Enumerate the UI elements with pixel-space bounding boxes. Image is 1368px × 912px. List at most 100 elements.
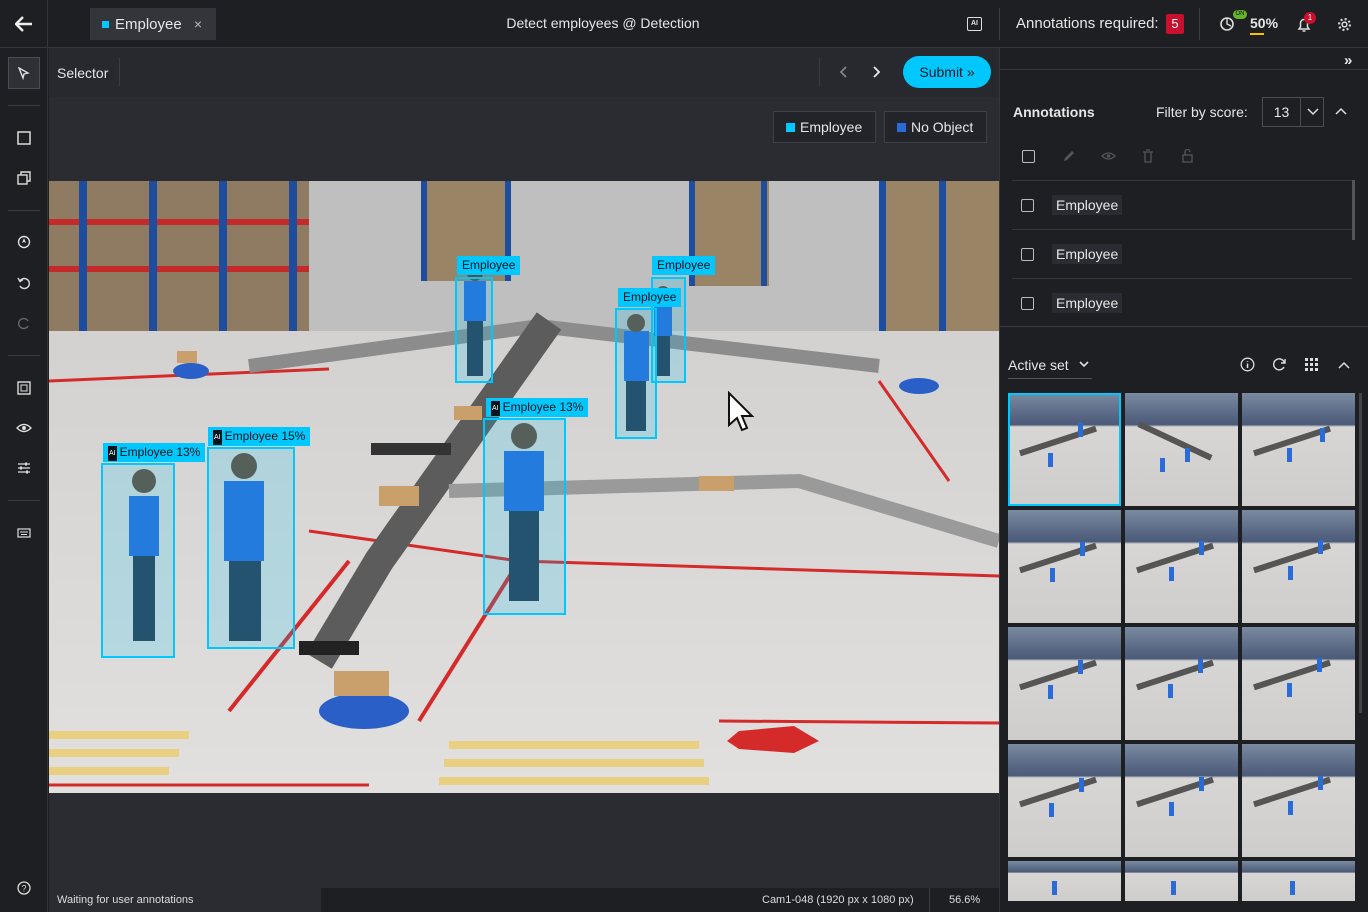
keyboard-shortcuts-button[interactable] [8, 517, 40, 549]
thumbnail[interactable] [1008, 393, 1121, 506]
annotation-box[interactable] [455, 277, 493, 383]
divider [1000, 69, 1368, 70]
thumbnail-scrollbar[interactable] [1359, 393, 1362, 713]
collapse-active-set-button[interactable] [1338, 361, 1350, 369]
divider [999, 8, 1000, 40]
annotation-label[interactable]: AI Employee 15% [208, 427, 311, 446]
thumbnail-grid [1008, 393, 1358, 901]
label-tab-employee[interactable]: Employee × [90, 8, 216, 40]
media-image[interactable]: Employee Employee Employee AI Employee 13… [49, 181, 999, 793]
tool-options-bar: Selector Submit » [49, 48, 999, 97]
thumbnail[interactable] [1008, 510, 1121, 623]
refresh-icon[interactable] [1272, 357, 1287, 372]
divider [1199, 8, 1200, 40]
status-message: Waiting for user annotations [57, 894, 194, 906]
annotation-box[interactable] [207, 447, 295, 649]
annotation-label[interactable]: Employee [618, 288, 682, 307]
dropdown-underline [1008, 378, 1092, 379]
annotation-label[interactable]: Employee [457, 256, 521, 275]
eye-icon [16, 423, 32, 433]
grid-view-icon[interactable] [1305, 358, 1318, 371]
label-name: Employee [800, 119, 863, 135]
previous-media-button[interactable] [839, 66, 847, 78]
rectangle-icon [17, 131, 31, 145]
annotation-label-text: Employee 15% [224, 429, 306, 443]
label-button-no-object[interactable]: No Object [884, 111, 987, 143]
active-set-dropdown[interactable]: Active set [1008, 357, 1089, 373]
undo-button[interactable] [8, 267, 40, 299]
fit-to-screen-button[interactable] [8, 372, 40, 404]
annotation-list-item[interactable]: Employee [1012, 229, 1352, 278]
ai-icon[interactable]: AI [967, 17, 982, 31]
thumbnail[interactable] [1125, 744, 1238, 857]
status-bar: Waiting for user annotations Cam1-048 (1… [49, 888, 999, 912]
thumbnail[interactable] [1008, 627, 1121, 740]
trash-icon[interactable] [1142, 149, 1154, 163]
unlock-icon[interactable] [1181, 149, 1195, 163]
select-all-checkbox[interactable] [1022, 150, 1035, 163]
thumbnail[interactable] [1242, 510, 1355, 623]
notification-badge: 1 [1304, 12, 1316, 24]
help-button[interactable]: ? [8, 872, 40, 904]
divider [1000, 326, 1368, 327]
annotation-box[interactable] [483, 418, 566, 615]
gear-icon[interactable] [1337, 17, 1352, 32]
thumbnail[interactable] [1125, 393, 1238, 506]
bounding-box-tool[interactable] [8, 122, 40, 154]
keyboard-icon [17, 528, 31, 538]
redo-button[interactable] [8, 307, 40, 339]
thumbnail[interactable] [1125, 510, 1238, 623]
annotation-checkbox[interactable] [1021, 248, 1034, 261]
annotation-checkbox[interactable] [1021, 297, 1034, 310]
chevron-down-icon [1307, 108, 1319, 116]
thumbnail[interactable] [1242, 744, 1355, 857]
annotation-box[interactable] [101, 463, 175, 658]
thumbnail[interactable] [1242, 861, 1355, 901]
thumbnail[interactable] [1125, 627, 1238, 740]
score-filter-value: 13 [1263, 98, 1301, 126]
annotation-canvas[interactable]: Employee No Object Employee Employee Emp… [49, 97, 999, 888]
annotation-item-label: Employee [1052, 293, 1123, 313]
label-color-swatch [102, 20, 109, 28]
detection-assistant-tool[interactable] [8, 162, 40, 194]
close-icon[interactable]: × [194, 16, 202, 32]
right-panel: » Annotations Filter by score: 13 Employ… [999, 48, 1368, 912]
next-media-button[interactable] [873, 66, 881, 78]
annotation-label-text: Employee [623, 290, 677, 304]
annotation-label[interactable]: Employee [652, 256, 716, 275]
thumbnail[interactable] [1242, 627, 1355, 740]
annotation-list-item[interactable]: Employee [1012, 278, 1352, 323]
adjustments-button[interactable] [8, 452, 40, 484]
zoom-level: 56.6% [949, 894, 981, 906]
submit-button[interactable]: Submit » [903, 56, 991, 88]
thumbnail[interactable] [1008, 744, 1121, 857]
score-filter-select[interactable]: 13 [1262, 97, 1324, 127]
selector-tool[interactable] [8, 57, 40, 89]
svg-text:?: ? [22, 884, 27, 894]
explore-tool[interactable] [8, 226, 40, 258]
expand-panel-button[interactable]: » [1344, 52, 1352, 69]
annotations-required-label: Annotations required: [1016, 15, 1159, 32]
annotation-checkbox[interactable] [1021, 199, 1034, 212]
annotation-label[interactable]: AI Employee 13% [486, 398, 589, 417]
thumbnail[interactable] [1008, 861, 1121, 901]
edit-icon[interactable] [1062, 149, 1076, 163]
eye-icon[interactable] [1101, 151, 1116, 161]
visibility-toggle[interactable] [8, 412, 40, 444]
annotation-box[interactable] [615, 308, 657, 439]
auto-training-on-badge: ON [1233, 10, 1247, 19]
undo-icon [17, 277, 30, 290]
active-learning-icon[interactable] [1219, 16, 1235, 32]
info-icon[interactable] [1240, 357, 1255, 372]
fit-screen-icon [17, 381, 31, 395]
thumbnail[interactable] [1242, 393, 1355, 506]
annotation-list-item[interactable]: Employee [1012, 180, 1352, 229]
thumbnail[interactable] [1125, 861, 1238, 901]
annotation-list-scrollbar[interactable] [1352, 180, 1355, 240]
progress-percentage[interactable]: 50% [1250, 15, 1278, 31]
label-button-employee[interactable]: Employee [773, 111, 876, 143]
annotation-label[interactable]: AI Employee 13% [103, 443, 206, 462]
annotation-label-text: Employee [462, 258, 516, 272]
collapse-annotations-button[interactable] [1335, 107, 1347, 115]
back-button[interactable] [0, 0, 48, 48]
